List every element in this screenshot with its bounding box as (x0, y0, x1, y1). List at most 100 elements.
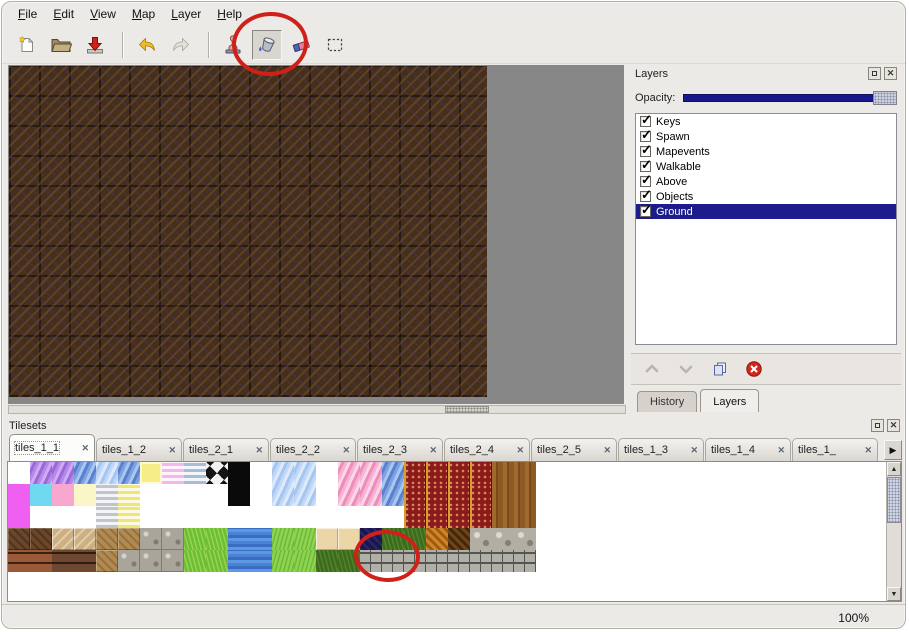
menu-item-edit[interactable]: Edit (45, 4, 82, 24)
palette-tile-gbr[interactable] (360, 550, 382, 572)
palette-tile-chk[interactable] (206, 462, 228, 484)
menu-item-map[interactable]: Map (124, 4, 163, 24)
palette-tile-owv[interactable] (426, 528, 448, 550)
palette-tile-crp[interactable] (448, 462, 470, 484)
palette-tile-wh[interactable] (74, 506, 96, 528)
palette-tile-crp[interactable] (426, 462, 448, 484)
palette-tile-wh[interactable] (316, 484, 338, 506)
palette-tile-dwv[interactable] (448, 528, 470, 550)
tileset-tab-tiles_1_[interactable]: tiles_1_✕ (792, 438, 878, 461)
close-tab-icon[interactable]: ✕ (777, 445, 785, 456)
palette-tile-crp[interactable] (448, 484, 470, 506)
palette-tile-pth[interactable] (96, 550, 118, 572)
palette-tile-wh[interactable] (250, 506, 272, 528)
menu-item-help[interactable]: Help (209, 4, 250, 24)
scroll-up-button[interactable]: ▲ (887, 462, 901, 476)
canvas-horizontal-scrollbar[interactable] (8, 405, 626, 414)
palette-tile-wlb[interactable] (272, 484, 294, 506)
palette-tile-wh[interactable] (184, 506, 206, 528)
palette-tile-wh[interactable] (272, 506, 294, 528)
map-rendered-area[interactable] (9, 66, 487, 397)
palette-tile-wtr[interactable] (250, 528, 272, 550)
palette-vertical-scrollbar[interactable]: ▲ ▼ (886, 462, 901, 601)
layer-visibility-checkbox[interactable] (640, 161, 651, 172)
palette-tile-blk[interactable] (228, 462, 250, 484)
palette-tile-mag[interactable] (8, 506, 30, 528)
palette-tile-sgr[interactable] (492, 528, 514, 550)
palette-tile-wlb[interactable] (294, 484, 316, 506)
palette-tile-wd[interactable] (514, 484, 536, 506)
palette-tile-stn[interactable] (74, 528, 96, 550)
close-panel-icon[interactable]: ✕ (887, 419, 900, 432)
fill-tool-button[interactable] (252, 30, 282, 60)
palette-tile-gbr[interactable] (492, 550, 514, 572)
palette-tile-gst[interactable] (96, 506, 118, 528)
layer-visibility-checkbox[interactable] (640, 176, 651, 187)
select-tool-button[interactable] (320, 30, 350, 60)
palette-tile-wh[interactable] (206, 484, 228, 506)
layer-row-mapevents[interactable]: Mapevents (636, 144, 896, 159)
redo-tool-button[interactable] (166, 30, 196, 60)
palette-tile-drt[interactable] (8, 528, 30, 550)
palette-tile-gbr[interactable] (404, 550, 426, 572)
tileset-tab-tiles_2_3[interactable]: tiles_2_3✕ (357, 438, 443, 461)
close-tab-icon[interactable]: ✕ (429, 445, 437, 456)
duplicate-layer-button[interactable] (707, 357, 733, 381)
palette-tile-wtr[interactable] (228, 528, 250, 550)
palette-tile-wh[interactable] (338, 506, 360, 528)
palette-tile-wbl[interactable] (74, 462, 96, 484)
layer-row-ground[interactable]: Ground (636, 204, 896, 219)
close-panel-icon[interactable]: ✕ (884, 67, 897, 80)
close-tab-icon[interactable]: ✕ (255, 445, 263, 456)
palette-tile-nvy[interactable] (360, 528, 382, 550)
palette-tile-gbr[interactable] (448, 550, 470, 572)
palette-tile-sgr[interactable] (470, 528, 492, 550)
palette-tile-cbl[interactable] (162, 550, 184, 572)
scroll-down-button[interactable]: ▼ (887, 587, 901, 601)
tileset-tab-tiles_1_1[interactable]: tiles_1_1✕ (9, 434, 95, 461)
palette-tile-gbr[interactable] (382, 550, 404, 572)
palette-tile-bdk[interactable] (52, 550, 74, 572)
palette-tile-pnk[interactable] (52, 484, 74, 506)
palette-tile-grs[interactable] (184, 528, 206, 550)
close-tab-icon[interactable]: ✕ (603, 445, 611, 456)
tileset-tab-tiles_2_1[interactable]: tiles_2_1✕ (183, 438, 269, 461)
palette-tile-wh[interactable] (382, 506, 404, 528)
layer-row-spawn[interactable]: Spawn (636, 129, 896, 144)
palette-tile-dgr[interactable] (404, 528, 426, 550)
palette-tile-crp[interactable] (404, 462, 426, 484)
palette-tile-wd[interactable] (514, 506, 536, 528)
palette-tile-cyn[interactable] (30, 484, 52, 506)
palette-tile-gbr[interactable] (514, 550, 536, 572)
tileset-tab-tiles_2_2[interactable]: tiles_2_2✕ (270, 438, 356, 461)
palette-tile-wh[interactable] (162, 484, 184, 506)
palette-tile-yst[interactable] (118, 506, 140, 528)
palette-tile-crp[interactable] (404, 484, 426, 506)
palette-tile-wtr[interactable] (228, 550, 250, 572)
palette-tile-bdk[interactable] (74, 550, 96, 572)
palette-tile-wlb[interactable] (96, 462, 118, 484)
palette-tile-pst[interactable] (162, 462, 184, 484)
opacity-slider[interactable] (683, 90, 897, 106)
palette-tile-drt[interactable] (30, 528, 52, 550)
layer-visibility-checkbox[interactable] (640, 146, 651, 157)
palette-tile-crp[interactable] (426, 506, 448, 528)
layer-row-above[interactable]: Above (636, 174, 896, 189)
palette-tile-wh[interactable] (250, 484, 272, 506)
layer-visibility-checkbox[interactable] (640, 191, 651, 202)
palette-tile-wh[interactable] (316, 462, 338, 484)
palette-tile-bst[interactable] (184, 462, 206, 484)
palette-tile-wpu[interactable] (52, 462, 74, 484)
palette-tile-wbl[interactable] (382, 462, 404, 484)
palette-tile-brk[interactable] (8, 550, 30, 572)
close-tab-icon[interactable]: ✕ (864, 445, 872, 456)
map-canvas[interactable] (8, 65, 624, 404)
palette-tile-yel[interactable] (140, 462, 162, 484)
tileset-tab-tiles_1_4[interactable]: tiles_1_4✕ (705, 438, 791, 461)
tileset-tab-tiles_2_4[interactable]: tiles_2_4✕ (444, 438, 530, 461)
close-tab-icon[interactable]: ✕ (168, 445, 176, 456)
palette-tile-grs[interactable] (184, 550, 206, 572)
scrollbar-thumb[interactable] (887, 477, 901, 523)
palette-tile-wbl[interactable] (382, 484, 404, 506)
menu-item-file[interactable]: File (10, 4, 45, 24)
